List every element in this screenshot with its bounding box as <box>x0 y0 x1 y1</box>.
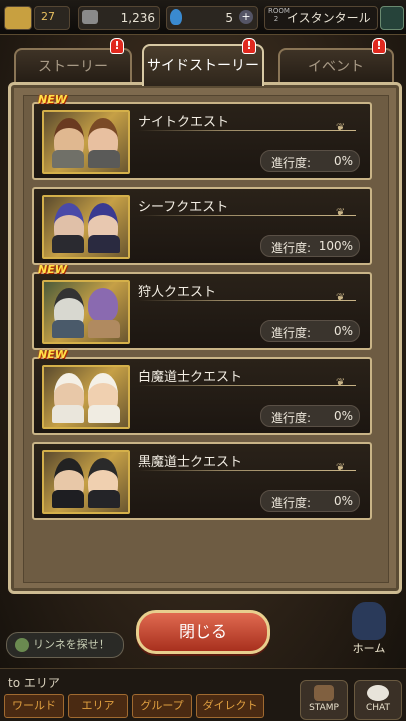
tab-side-story-alert-badge: ! <box>242 38 256 54</box>
find-linne-button[interactable]: リンネを探せ！ <box>6 632 124 658</box>
quest-title: 黒魔道士クエスト <box>138 455 243 470</box>
progress-indicator: 進行度: 0% <box>260 320 360 342</box>
black-mage-quest-thumbnail <box>42 450 130 514</box>
close-button[interactable]: 閉じる <box>136 610 270 654</box>
flourish-icon: ❦ <box>336 291 346 304</box>
level-value: 27 <box>41 10 55 23</box>
gem-counter: 5 + <box>166 6 258 30</box>
progress-label: 進行度: <box>271 156 312 170</box>
new-badge: NEW <box>38 263 67 276</box>
armor-icon <box>88 150 120 168</box>
progress-indicator: 進行度: 0% <box>260 490 360 512</box>
quest-title: シーフクエスト <box>138 200 229 215</box>
player-icon[interactable] <box>4 6 32 30</box>
progress-indicator: 進行度: 0% <box>260 405 360 427</box>
room-label: ROOM 2 <box>268 7 290 23</box>
quest-row-knight[interactable]: NEW ナイトクエスト ❦ 進行度: 0% <box>32 93 372 180</box>
chat-tab-area[interactable]: エリア <box>68 694 128 718</box>
cloak-icon <box>88 235 120 253</box>
flourish-icon: ❦ <box>336 376 346 389</box>
chat-label: CHAT <box>365 703 390 713</box>
quest-row-thief[interactable]: シーフクエスト ❦ 進行度: 100% <box>32 187 372 265</box>
tab-event-label: イベント <box>308 59 364 75</box>
level-badge: 27 <box>34 6 70 30</box>
paw-icon <box>15 638 29 652</box>
title-divider <box>138 470 356 471</box>
progress-value: 0% <box>333 324 353 338</box>
creature-face-icon <box>88 288 118 322</box>
flourish-icon: ❦ <box>336 206 346 219</box>
progress-label: 進行度: <box>271 411 312 425</box>
thief-quest-thumbnail <box>42 195 130 259</box>
chat-tab-group[interactable]: グループ <box>132 694 192 718</box>
quest-title: 白魔道士クエスト <box>138 370 243 385</box>
tab-story-label: ストーリー <box>38 59 108 75</box>
status-bar: 27 1,236 5 + ROOM 2 イスタンタール <box>0 0 406 35</box>
fur-icon <box>88 320 120 338</box>
flourish-icon: ❦ <box>336 121 346 134</box>
coin-icon <box>82 10 98 24</box>
add-gem-icon[interactable]: + <box>239 10 253 24</box>
close-button-label: 閉じる <box>178 622 227 641</box>
knight-quest-thumbnail <box>42 110 130 174</box>
tab-story-alert-badge: ! <box>110 38 124 54</box>
tab-side-story-label: サイドストーリー <box>147 58 259 74</box>
new-badge: NEW <box>38 348 67 361</box>
armor-icon <box>52 150 84 168</box>
new-badge: NEW <box>38 93 67 106</box>
title-divider <box>138 385 356 386</box>
gil-counter: 1,236 <box>78 6 160 30</box>
find-linne-label: リンネを探せ！ <box>33 638 110 651</box>
home-button[interactable]: ホーム <box>338 600 400 656</box>
robe-icon <box>88 490 120 508</box>
chat-target-label: to エリア <box>8 676 60 690</box>
progress-indicator: 進行度: 100% <box>260 235 360 257</box>
coat-icon <box>52 320 84 338</box>
gem-icon <box>170 9 182 25</box>
quest-row-white-mage[interactable]: NEW 白魔道士クエスト ❦ 進行度: 0% <box>32 348 372 435</box>
home-label: ホーム <box>352 642 386 655</box>
hunter-quest-thumbnail <box>42 280 130 344</box>
chat-tab-world[interactable]: ワールド <box>4 694 64 718</box>
title-divider <box>138 130 356 131</box>
title-divider <box>138 215 356 216</box>
progress-indicator: 進行度: 0% <box>260 150 360 172</box>
quest-row-hunter[interactable]: NEW 狩人クエスト ❦ 進行度: 0% <box>32 263 372 350</box>
gem-value: 5 <box>225 11 233 25</box>
progress-label: 進行度: <box>271 241 312 255</box>
progress-value: 0% <box>333 154 353 168</box>
quest-row-black-mage[interactable]: 黒魔道士クエスト ❦ 進行度: 0% <box>32 442 372 520</box>
robe-icon <box>52 490 84 508</box>
stamp-label: STAMP <box>309 703 339 713</box>
tab-event-alert-badge: ! <box>372 38 386 54</box>
progress-label: 進行度: <box>271 326 312 340</box>
quest-title: ナイトクエスト <box>138 115 230 130</box>
flourish-icon: ❦ <box>336 461 346 474</box>
chat-button[interactable]: CHAT <box>354 680 402 720</box>
quest-title: 狩人クエスト <box>138 285 217 300</box>
white-mage-quest-thumbnail <box>42 365 130 429</box>
progress-label: 進行度: <box>271 496 312 510</box>
stamp-button[interactable]: STAMP <box>300 680 348 720</box>
gil-value: 1,236 <box>120 11 155 25</box>
chat-tab-direct[interactable]: ダイレクト <box>196 694 264 718</box>
title-divider <box>138 300 356 301</box>
room-name: イスタンタール <box>287 11 371 25</box>
progress-value: 0% <box>333 409 353 423</box>
progress-value: 0% <box>333 494 353 508</box>
cloak-icon <box>52 235 84 253</box>
robe-icon <box>52 405 84 423</box>
progress-value: 100% <box>318 239 353 253</box>
home-character-icon <box>352 602 386 640</box>
robe-icon <box>88 405 120 423</box>
menu-button[interactable] <box>380 6 404 30</box>
stamp-icon <box>314 685 334 701</box>
chat-bubble-icon <box>367 685 389 701</box>
